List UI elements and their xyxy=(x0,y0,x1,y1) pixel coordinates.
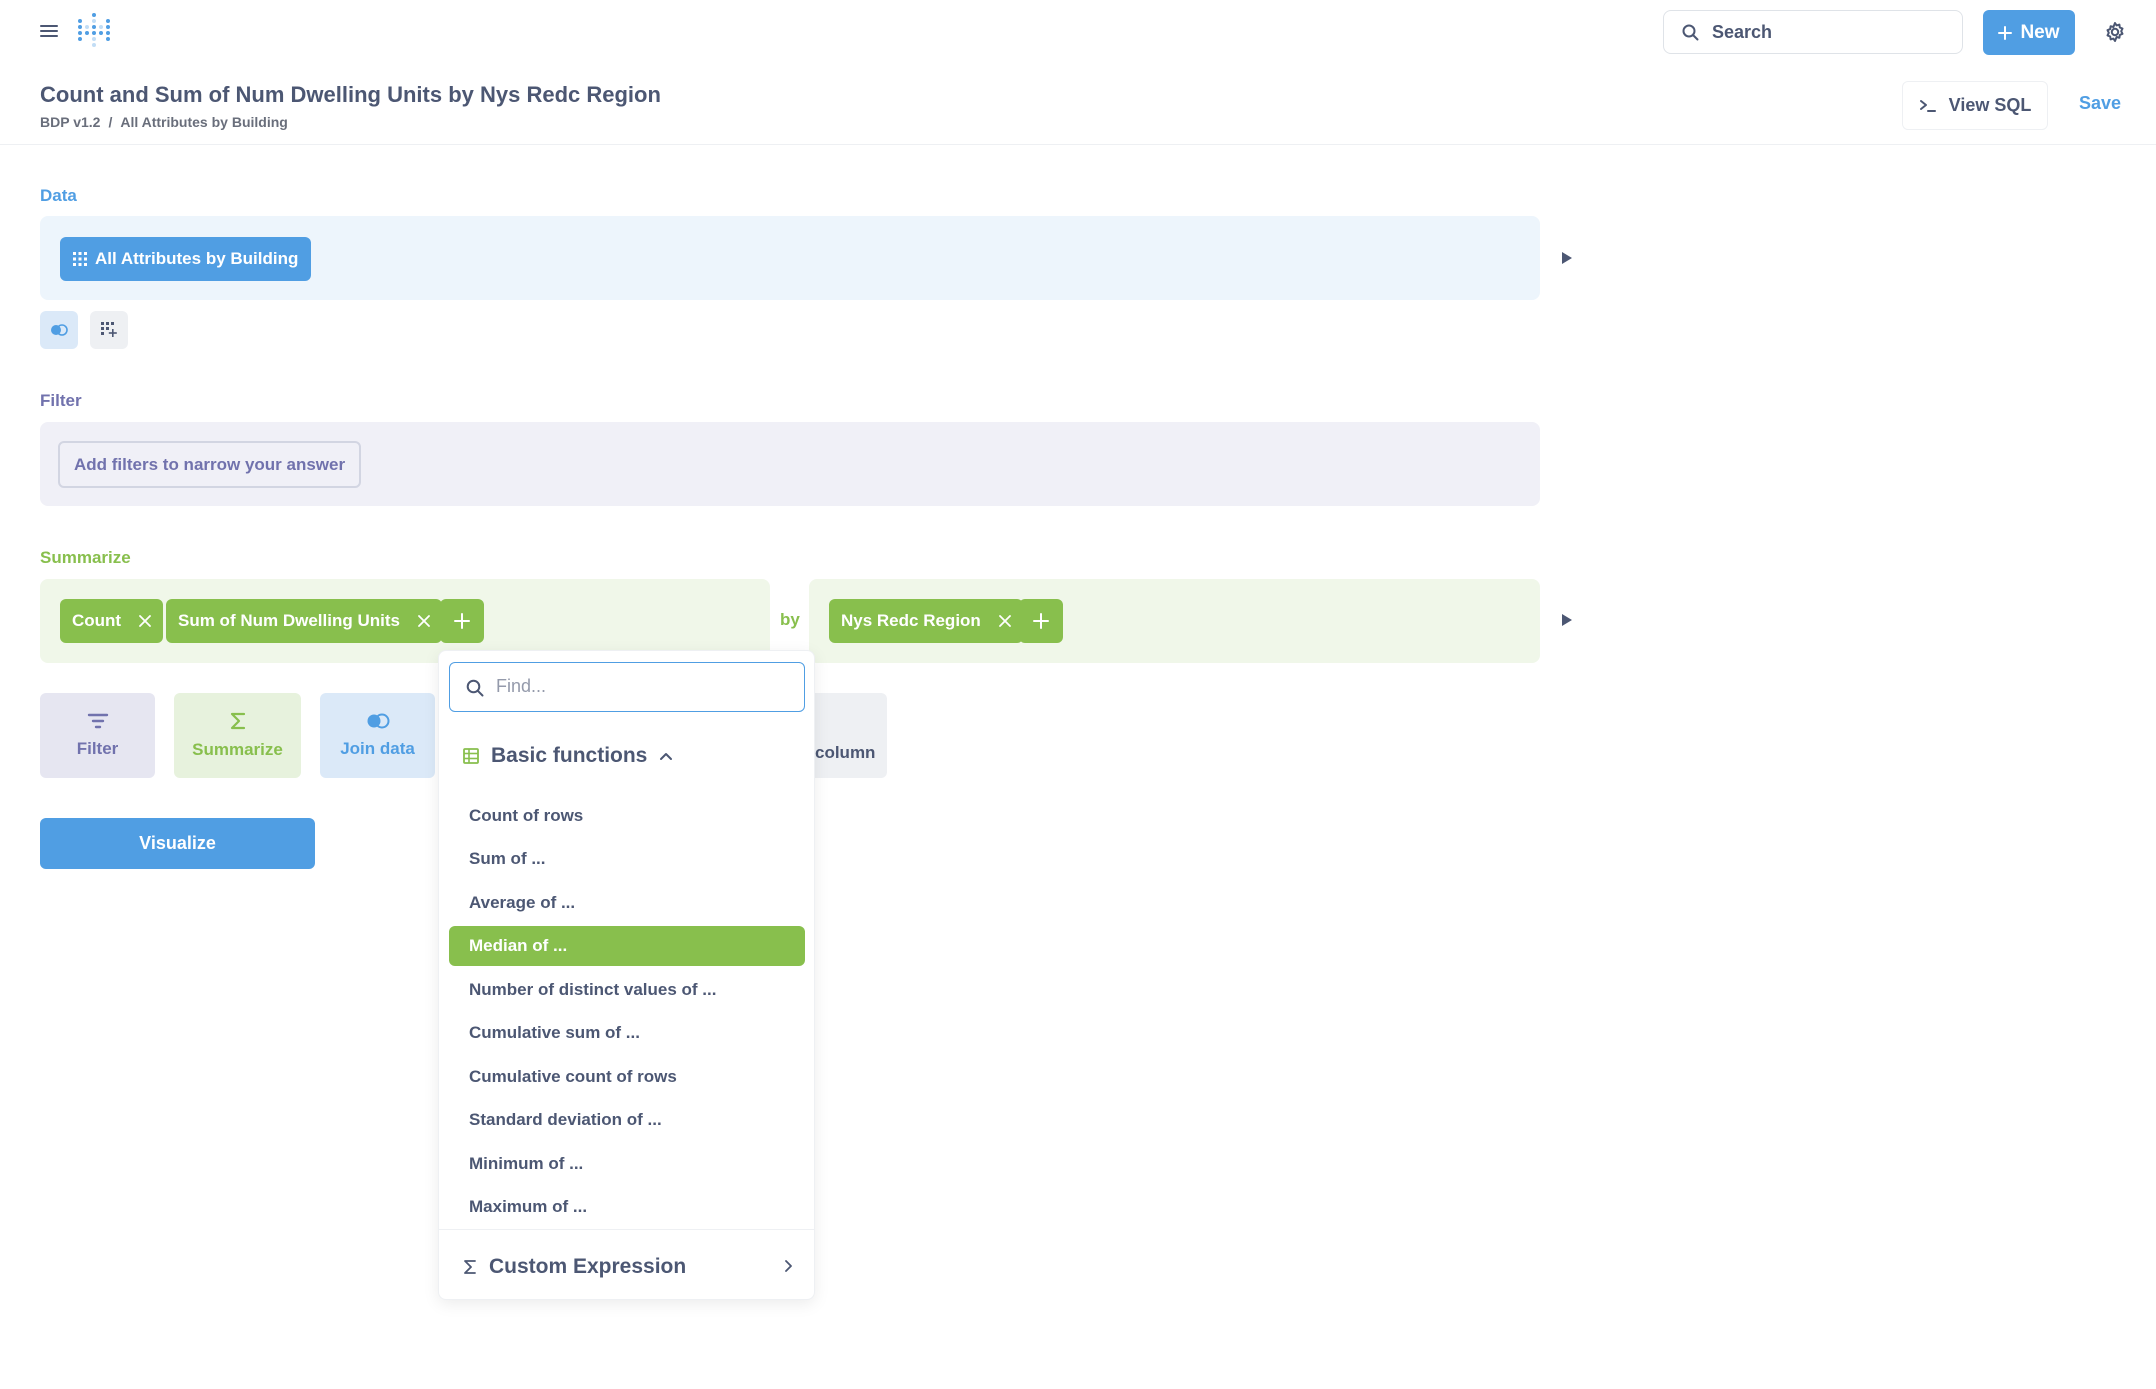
data-source-label: All Attributes by Building xyxy=(95,249,299,268)
fn-sum-of[interactable]: Sum of ... xyxy=(449,839,805,879)
custom-expression-label: Custom Expression xyxy=(489,1255,687,1278)
save-button[interactable]: Save xyxy=(2079,93,2121,114)
breadcrumb-separator: / xyxy=(108,114,113,130)
plus-icon xyxy=(1033,613,1049,629)
fn-minimum-of[interactable]: Minimum of ... xyxy=(449,1144,805,1184)
metric-label: Count xyxy=(72,611,122,630)
metabase-logo[interactable] xyxy=(76,13,112,51)
close-icon[interactable] xyxy=(998,615,1011,627)
fn-cumulative-sum-of[interactable]: Cumulative sum of ... xyxy=(449,1013,805,1053)
custom-expression-item[interactable]: Custom Expression xyxy=(463,1255,793,1279)
table-grid-icon xyxy=(73,252,87,266)
find-input[interactable] xyxy=(496,663,796,710)
filter-icon xyxy=(87,713,108,728)
data-section-label: Data xyxy=(40,186,77,205)
new-button[interactable]: New xyxy=(1983,10,2075,55)
summarize-preview-play-icon[interactable] xyxy=(1562,614,1572,626)
summarize-action-label: Summarize xyxy=(192,739,283,759)
group-label: Basic functions xyxy=(491,744,648,767)
breadcrumb: BDP v1.2 / All Attributes by Building xyxy=(40,114,288,130)
add-metric-button[interactable] xyxy=(440,599,484,643)
join-action-tile[interactable]: Join data xyxy=(320,693,435,778)
fn-standard-deviation-of[interactable]: Standard deviation of ... xyxy=(449,1100,805,1140)
filter-action-label: Filter xyxy=(76,738,119,758)
table-icon xyxy=(463,748,479,764)
filter-action-tile[interactable]: Filter xyxy=(40,693,155,778)
custom-column-action-label: column xyxy=(815,743,876,762)
metric-pill-count[interactable]: Count xyxy=(60,599,164,643)
view-sql-label: View SQL xyxy=(1948,95,2032,115)
add-breakout-button[interactable] xyxy=(1019,599,1063,643)
sigma-icon xyxy=(230,712,245,729)
fn-median-of[interactable]: Median of ... xyxy=(449,926,805,966)
by-label: by xyxy=(780,610,800,629)
join-toggle-button[interactable] xyxy=(40,311,78,349)
breadcrumb-table[interactable]: All Attributes by Building xyxy=(120,114,287,130)
chevron-right-icon xyxy=(785,1260,792,1272)
visualize-button[interactable]: Visualize xyxy=(40,818,315,869)
aggregation-popover: Basic functions Count of rows Sum of ...… xyxy=(438,650,815,1300)
join-icon xyxy=(51,324,68,336)
close-icon[interactable] xyxy=(418,615,430,627)
add-filter-button[interactable]: Add filters to narrow your answer xyxy=(58,441,362,488)
fn-average-of[interactable]: Average of ... xyxy=(449,883,805,923)
basic-functions-group-header[interactable]: Basic functions xyxy=(463,744,673,768)
chevron-up-icon xyxy=(660,753,673,760)
fn-distinct-values-of[interactable]: Number of distinct values of ... xyxy=(449,970,805,1010)
popover-divider xyxy=(439,1229,814,1230)
metric-label: Sum of Num Dwelling Units xyxy=(178,611,400,630)
metric-pill-sum[interactable]: Sum of Num Dwelling Units xyxy=(166,599,442,643)
new-button-label: New xyxy=(2020,21,2060,43)
summarize-action-tile[interactable]: Summarize xyxy=(174,693,301,778)
page-title: Count and Sum of Num Dwelling Units by N… xyxy=(40,82,661,107)
gear-icon[interactable] xyxy=(2104,21,2126,43)
fn-maximum-of[interactable]: Maximum of ... xyxy=(449,1187,805,1227)
join-icon xyxy=(367,713,389,728)
sigma-icon xyxy=(464,1260,476,1274)
plus-icon xyxy=(1998,25,2013,40)
grid-add-icon xyxy=(101,322,117,337)
search-box[interactable] xyxy=(1663,10,1963,54)
top-nav: New xyxy=(0,0,2156,64)
summarize-section-label: Summarize xyxy=(40,548,131,567)
search-icon xyxy=(1682,24,1699,41)
filter-section-label: Filter xyxy=(40,391,82,410)
search-icon xyxy=(466,679,484,697)
view-sql-button[interactable]: View SQL xyxy=(1902,81,2048,130)
plus-icon xyxy=(454,613,470,629)
fn-count-of-rows[interactable]: Count of rows xyxy=(449,796,805,836)
header-divider xyxy=(0,144,2156,145)
terminal-icon xyxy=(1919,99,1936,112)
close-icon[interactable] xyxy=(139,615,151,627)
data-source-pill[interactable]: All Attributes by Building xyxy=(60,237,312,281)
search-input[interactable] xyxy=(1712,11,1952,53)
columns-picker-button[interactable] xyxy=(90,311,128,349)
menu-icon[interactable] xyxy=(40,22,58,40)
find-field[interactable] xyxy=(449,662,805,712)
breakout-label: Nys Redc Region xyxy=(841,611,981,630)
data-preview-play-icon[interactable] xyxy=(1562,252,1572,264)
fn-cumulative-count-of-rows[interactable]: Cumulative count of rows xyxy=(449,1057,805,1097)
breakout-pill-region[interactable]: Nys Redc Region xyxy=(829,599,1023,643)
join-action-label: Join data xyxy=(340,738,415,758)
breadcrumb-collection[interactable]: BDP v1.2 xyxy=(40,114,100,130)
